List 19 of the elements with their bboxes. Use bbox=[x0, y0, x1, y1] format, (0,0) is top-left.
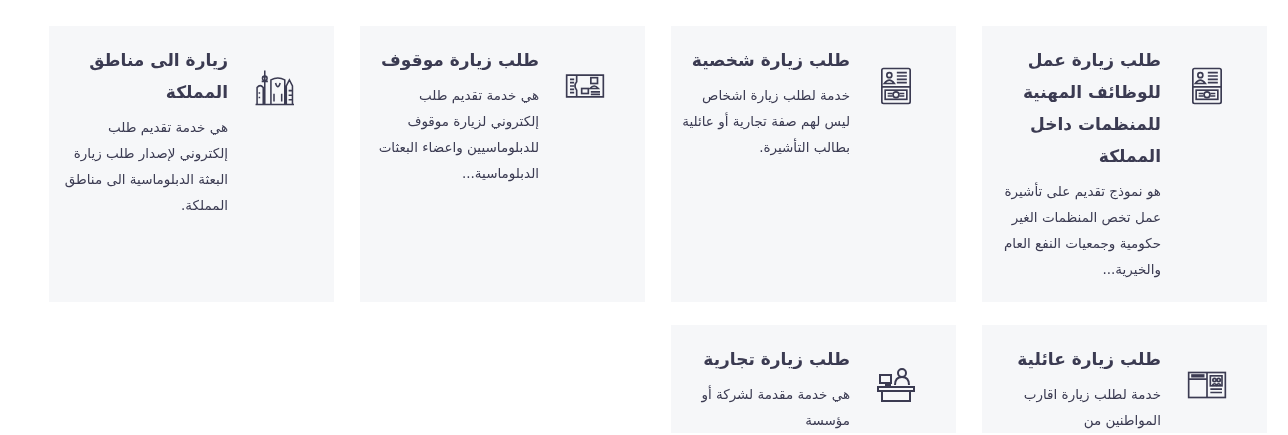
service-card[interactable]: طلب زيارة تجارية هي خدمة مقدمة لشركة أو مؤسسة bbox=[671, 325, 956, 433]
service-title: زيارة الى مناطق المملكة bbox=[88, 49, 228, 104]
service-description: هي خدمة مقدمة لشركة أو مؤسسة bbox=[700, 384, 850, 431]
service-title: طلب زيارة عائلية bbox=[1016, 348, 1161, 371]
service-description: خدمة لطلب زيارة اقارب المواطنين من bbox=[1022, 385, 1161, 431]
service-title: طلب زيارة شخصية bbox=[690, 49, 850, 72]
service-description: هو نموذج تقديم على تأشيرة عمل تخص المنظمات الغير حكومية وجمعيات النفع العام والخيرية... bbox=[1002, 181, 1161, 280]
service-description: هي خدمة تقديم طلب إلكتروني لزيارة موقوف للدبلوماسيين واعضاء البعثات الدبلوماسية... bbox=[377, 86, 539, 184]
desk-icon bbox=[876, 365, 916, 405]
service-card[interactable]: زيارة الى مناطق المملكة هي خدمة تقديم طلب إلكتروني لإصدار طلب زيارة البعثة الدبلوماسية الى مناطق المملكة. bbox=[49, 26, 334, 302]
service-card[interactable]: طلب زيارة عائلية خدمة لطلب زيارة اقارب المواطنين من bbox=[982, 325, 1267, 433]
service-title: طلب زيارة تجارية bbox=[702, 348, 850, 371]
service-title: طلب زيارة عمل للوظائف المهنية للمنظمات داخل المملكة bbox=[1022, 49, 1161, 168]
service-card[interactable]: طلب زيارة عمل للوظائف المهنية للمنظمات داخل المملكة هو نموذج تقديم على تأشيرة عمل تخص المنظمات الغير حكومية وجمعيات النفع العام والخيرية... bbox=[982, 26, 1267, 302]
service-card[interactable]: طلب زيارة موقوف هي خدمة تقديم طلب إلكتروني لزيارة موقوف للدبلوماسيين واعضاء البعثات الدبلوماسية... bbox=[360, 26, 645, 302]
service-title: طلب زيارة موقوف bbox=[380, 49, 539, 72]
service-card[interactable]: طلب زيارة شخصية خدمة لطلب زيارة اشخاص ليس لهم صفة تجارية أو عائلية بطالب التأشيرة. bbox=[671, 26, 956, 302]
service-description: خدمة لطلب زيارة اشخاص ليس لهم صفة تجارية أو عائلية بطالب التأشيرة. bbox=[681, 86, 850, 158]
service-description: هي خدمة تقديم طلب إلكتروني لإصدار طلب زيارة البعثة الدبلوماسية الى مناطق المملكة. bbox=[63, 118, 228, 215]
